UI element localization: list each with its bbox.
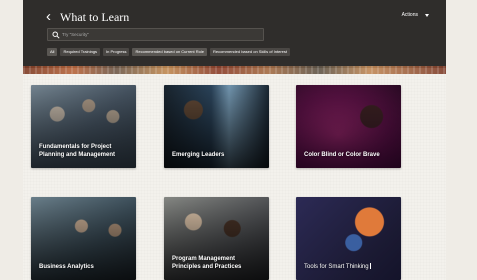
- course-card-title: Emerging Leaders: [172, 152, 225, 158]
- search-icon: [52, 31, 60, 39]
- course-card[interactable]: Fundamentals for Project Planning and Ma…: [31, 85, 136, 168]
- actions-label: Actions: [401, 12, 418, 18]
- search-box[interactable]: [47, 28, 264, 41]
- filter-chip-skills-interest[interactable]: Recommended based on Skills of Interest: [209, 48, 291, 56]
- course-card-title: Color Blind or Color Brave: [304, 152, 380, 158]
- app-frame: ‹ What to Learn Actions All Required Tra…: [23, 0, 446, 280]
- caret-down-icon: [425, 13, 429, 17]
- filter-chip-in-progress[interactable]: In Progress: [103, 48, 130, 56]
- filter-chip-current-role[interactable]: Recommended based on Current Role: [132, 48, 207, 56]
- course-card-title: Tools for Smart Thinking: [304, 263, 395, 271]
- course-card[interactable]: Program Management Principles and Practi…: [164, 197, 269, 280]
- actions-menu-button[interactable]: Actions: [402, 12, 429, 18]
- course-card[interactable]: Tools for Smart Thinking: [296, 197, 401, 280]
- course-card[interactable]: Emerging Leaders: [164, 85, 269, 168]
- page-title: What to Learn: [60, 10, 130, 24]
- course-card-title: Business Analytics: [39, 264, 94, 270]
- filter-chips: All Required Trainings In Progress Recom…: [47, 48, 291, 56]
- text-cursor: [369, 263, 371, 269]
- course-card[interactable]: Color Blind or Color Brave: [296, 85, 401, 168]
- chevron-left-icon[interactable]: ‹: [46, 9, 51, 25]
- filter-chip-all[interactable]: All: [47, 48, 58, 56]
- filter-chip-required[interactable]: Required Trainings: [60, 48, 101, 56]
- course-card-title: Program Management Principles and Practi…: [172, 256, 242, 270]
- decorative-banner: [23, 66, 446, 74]
- course-card-title-text: Tools for Smart Thinking: [304, 264, 369, 270]
- course-card-title: Fundamentals for Project Planning and Ma…: [39, 144, 116, 158]
- header-bar: ‹ What to Learn Actions All Required Tra…: [23, 0, 446, 68]
- course-card[interactable]: Business Analytics: [31, 197, 136, 280]
- search-input[interactable]: [62, 30, 258, 39]
